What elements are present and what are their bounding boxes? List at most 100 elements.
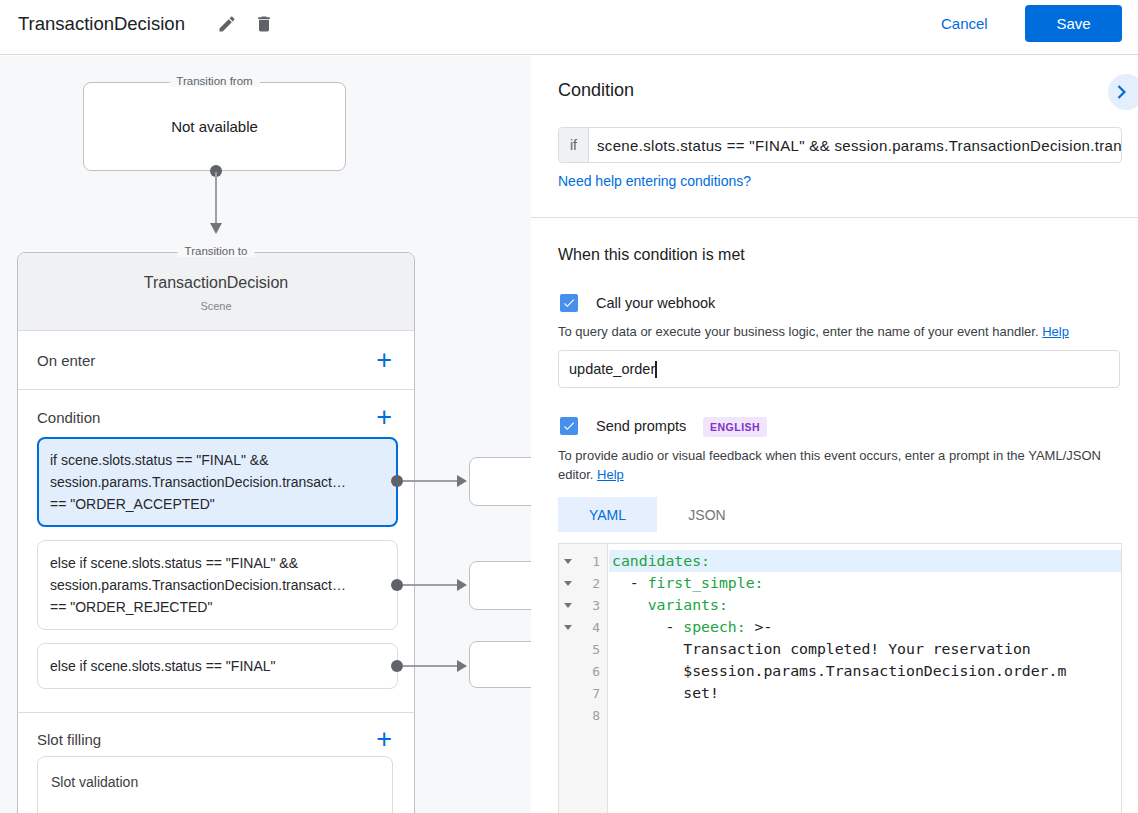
transition-target-1[interactable] xyxy=(469,457,531,506)
condition-item-3[interactable]: else if scene.slots.status == "FINAL" xyxy=(37,643,398,689)
page-title: TransactionDecision xyxy=(18,13,185,35)
code-line-5: Transaction completed! Your reservation xyxy=(609,638,1121,660)
condition-1-line2: session.params.TransactionDecision.trans… xyxy=(50,471,385,493)
arrow-right-icon-2 xyxy=(457,579,467,591)
scene-card-header: TransactionDecision Scene xyxy=(18,253,414,331)
chevron-right-icon xyxy=(1108,78,1135,106)
condition-label: Condition xyxy=(37,409,100,426)
transition-target-2[interactable] xyxy=(469,561,531,610)
conditions-help-link[interactable]: Need help entering conditions? xyxy=(558,174,751,189)
webhook-help-link[interactable]: Help xyxy=(1042,324,1069,339)
condition-2-wire xyxy=(403,584,457,586)
line-number: 6 xyxy=(577,664,607,679)
webhook-label: Call your webhook xyxy=(596,295,715,312)
condition-2-line2: session.params.TransactionDecision.trans… xyxy=(50,574,385,596)
prompts-description: To provide audio or visual feedback when… xyxy=(558,447,1101,484)
condition-2-line1: else if scene.slots.status == "FINAL" && xyxy=(50,552,385,574)
prompts-description-line2-text: editor. xyxy=(558,467,593,482)
code-line-7: set! xyxy=(609,682,1121,704)
condition-1-wire xyxy=(403,480,457,482)
condition-expression-input[interactable]: scene.slots.status == "FINAL" && session… xyxy=(589,128,1121,162)
slot-validation-item[interactable]: Slot validation xyxy=(37,756,393,813)
panel-divider xyxy=(531,217,1138,218)
scene-title: TransactionDecision xyxy=(18,272,414,294)
fold-caret-icon[interactable] xyxy=(559,559,577,564)
collapse-panel-button[interactable] xyxy=(1108,74,1138,110)
arrow-right-icon-3 xyxy=(457,660,467,672)
line-number: 1 xyxy=(577,554,607,569)
fold-caret-icon[interactable] xyxy=(559,625,577,630)
line-number: 3 xyxy=(577,598,607,613)
webhook-checkbox[interactable] xyxy=(560,294,578,312)
condition-1-port xyxy=(391,475,403,487)
save-button[interactable]: Save xyxy=(1025,5,1122,42)
condition-3-port xyxy=(391,660,403,672)
transition-from-node[interactable]: Transition from Not available xyxy=(83,82,346,171)
prompts-description-line1: To provide audio or visual feedback when… xyxy=(558,447,1101,466)
header-bar: TransactionDecision Cancel Save xyxy=(0,0,1138,55)
condition-item-2[interactable]: else if scene.slots.status == "FINAL" &&… xyxy=(37,540,398,630)
condition-1-line3: == "ORDER_ACCEPTED" xyxy=(50,493,385,515)
fold-caret-icon[interactable] xyxy=(559,581,577,586)
slot-filling-row: Slot filling + xyxy=(18,713,414,756)
add-condition-button[interactable]: + xyxy=(376,407,392,427)
webhook-description: To query data or execute your business l… xyxy=(558,324,1069,339)
check-icon xyxy=(562,419,576,433)
cancel-button[interactable]: Cancel xyxy=(941,15,988,32)
condition-section-row: Condition + xyxy=(18,390,414,437)
line-number: 4 xyxy=(577,620,607,635)
line-number: 7 xyxy=(577,686,607,701)
tab-json[interactable]: JSON xyxy=(657,497,757,532)
text-caret xyxy=(655,361,657,378)
transition-to-node[interactable]: Transition to TransactionDecision Scene … xyxy=(17,252,415,813)
line-number: 5 xyxy=(577,642,607,657)
on-enter-row[interactable]: On enter + xyxy=(18,331,414,390)
editor-code[interactable]: candidates: - first_simple: variants: - … xyxy=(609,550,1121,726)
yaml-editor[interactable]: 1 2 3 4 5 6 7 8 candidates: - first_simp… xyxy=(558,543,1122,813)
editor-tabs: YAML JSON xyxy=(558,497,757,532)
add-on-enter-button[interactable]: + xyxy=(376,350,392,370)
transition-from-label: Transition from xyxy=(169,75,259,87)
condition-item-1[interactable]: if scene.slots.status == "FINAL" && sess… xyxy=(37,437,398,527)
fold-caret-icon[interactable] xyxy=(559,603,577,608)
send-prompts-label: Send prompts xyxy=(596,418,686,435)
connector-line xyxy=(215,172,217,224)
arrow-down-icon xyxy=(210,223,222,234)
scene-subtitle: Scene xyxy=(18,299,414,313)
webhook-description-text: To query data or execute your business l… xyxy=(558,324,1039,339)
condition-3-wire xyxy=(403,665,457,667)
condition-detail-panel: Condition if scene.slots.status == "FINA… xyxy=(531,56,1138,813)
panel-heading: Condition xyxy=(558,80,634,100)
if-prefix: if xyxy=(559,128,589,162)
arrow-right-icon-1 xyxy=(457,475,467,487)
code-line-1: candidates: xyxy=(609,550,1121,572)
send-prompts-checkbox[interactable] xyxy=(560,417,578,435)
code-line-8 xyxy=(609,704,1121,726)
language-badge: ENGLISH xyxy=(703,417,767,437)
condition-expression-row: if scene.slots.status == "FINAL" && sess… xyxy=(558,127,1122,163)
prompts-help-link[interactable]: Help xyxy=(597,467,624,482)
condition-2-port xyxy=(391,579,403,591)
transition-target-3[interactable] xyxy=(469,641,531,688)
transition-from-content: Not available xyxy=(171,118,258,135)
code-line-3: variants: xyxy=(609,594,1121,616)
add-slot-button[interactable]: + xyxy=(376,729,392,749)
webhook-name-input[interactable]: update_order xyxy=(558,350,1120,388)
slot-filling-section: Slot filling + Slot validation xyxy=(18,712,414,813)
when-condition-heading: When this condition is met xyxy=(558,247,745,263)
line-number: 8 xyxy=(577,708,607,723)
delete-icon[interactable] xyxy=(254,14,274,34)
code-line-4: - speech: >- xyxy=(609,616,1121,638)
condition-2-line3: == "ORDER_REJECTED" xyxy=(50,596,385,618)
webhook-input-value: update_order xyxy=(569,361,655,377)
editor-gutter: 1 2 3 4 5 6 7 8 xyxy=(559,544,608,813)
on-enter-label: On enter xyxy=(37,352,95,369)
edit-icon[interactable] xyxy=(217,14,237,34)
transition-to-label: Transition to xyxy=(178,245,255,257)
prompts-description-line2: editor. Help xyxy=(558,466,1101,485)
condition-3-line1: else if scene.slots.status == "FINAL" xyxy=(50,655,385,677)
slot-filling-label: Slot filling xyxy=(37,731,101,748)
check-icon xyxy=(562,296,576,310)
tab-yaml[interactable]: YAML xyxy=(558,497,657,532)
flow-canvas: Transition from Not available Transition… xyxy=(0,56,531,813)
